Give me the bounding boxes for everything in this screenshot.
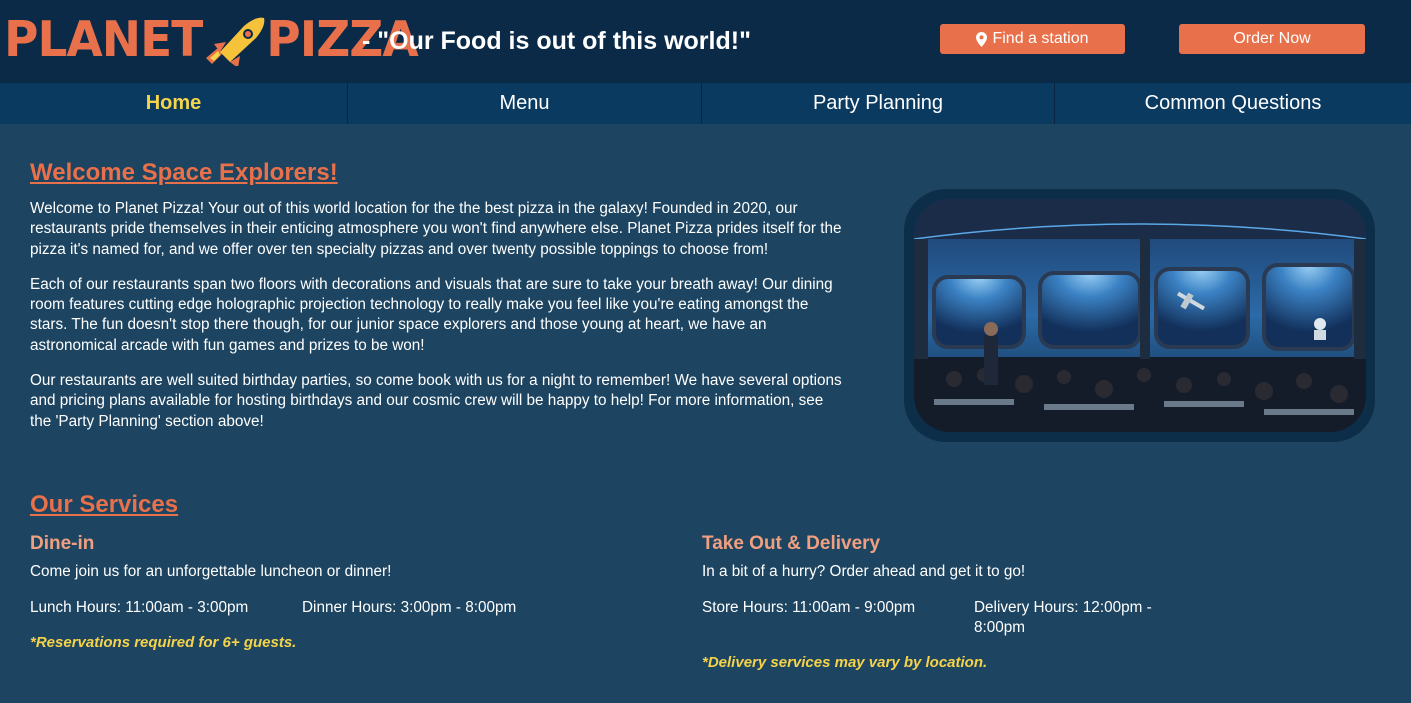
dinner-hours: Dinner Hours: 3:00pm - 8:00pm <box>302 599 517 616</box>
find-station-label: Find a station <box>992 30 1089 47</box>
delivery-note: *Delivery services may vary by location. <box>702 654 988 671</box>
nav-item-home[interactable]: Home <box>0 83 348 124</box>
order-now-label: Order Now <box>1233 30 1311 47</box>
find-station-button[interactable]: Find a station <box>940 24 1125 54</box>
planet-pizza-logo[interactable]: PLANET PIZZA <box>4 10 419 69</box>
map-pin-icon <box>976 31 988 47</box>
nav-item-common-questions[interactable]: Common Questions <box>1055 83 1411 124</box>
welcome-title: Welcome Space Explorers! <box>30 159 338 186</box>
restaurant-photo-frame <box>904 189 1375 442</box>
welcome-paragraph: Welcome to Planet Pizza! Your out of thi… <box>30 200 842 258</box>
dine-in-description: Come join us for an unforgettable lunche… <box>30 563 392 580</box>
delivery-hours: Delivery Hours: 12:00pm - 8:00pm <box>974 599 1152 637</box>
services-title: Our Services <box>30 491 179 518</box>
reservations-note: *Reservations required for 6+ guests. <box>30 634 297 651</box>
logo-word-planet: PLANET <box>4 10 203 69</box>
store-hours: Store Hours: 11:00am - 9:00pm <box>702 599 916 616</box>
welcome-paragraph: Our restaurants are well suited birthday… <box>30 372 842 430</box>
lunch-hours: Lunch Hours: 11:00am - 3:00pm <box>30 599 249 616</box>
restaurant-illustration <box>913 199 1366 432</box>
takeout-description: In a bit of a hurry? Order ahead and get… <box>702 563 1026 580</box>
takeout-heading: Take Out & Delivery <box>702 533 881 554</box>
main-nav: Home Menu Party Planning Common Question… <box>0 83 1411 124</box>
rocket-icon <box>206 17 265 66</box>
tagline: - "Our Food is out of this world!" <box>362 27 751 55</box>
nav-item-party-planning[interactable]: Party Planning <box>702 83 1055 124</box>
order-now-button[interactable]: Order Now <box>1179 24 1365 54</box>
site-header: PLANET PIZZA - "Our Food is out of this … <box>0 0 1411 83</box>
dine-in-heading: Dine-in <box>30 533 95 554</box>
welcome-text: Welcome to Planet Pizza! Your out of thi… <box>30 199 845 447</box>
nav-item-menu[interactable]: Menu <box>348 83 702 124</box>
restaurant-photo <box>913 199 1366 432</box>
welcome-paragraph: Each of our restaurants span two floors … <box>30 275 833 354</box>
